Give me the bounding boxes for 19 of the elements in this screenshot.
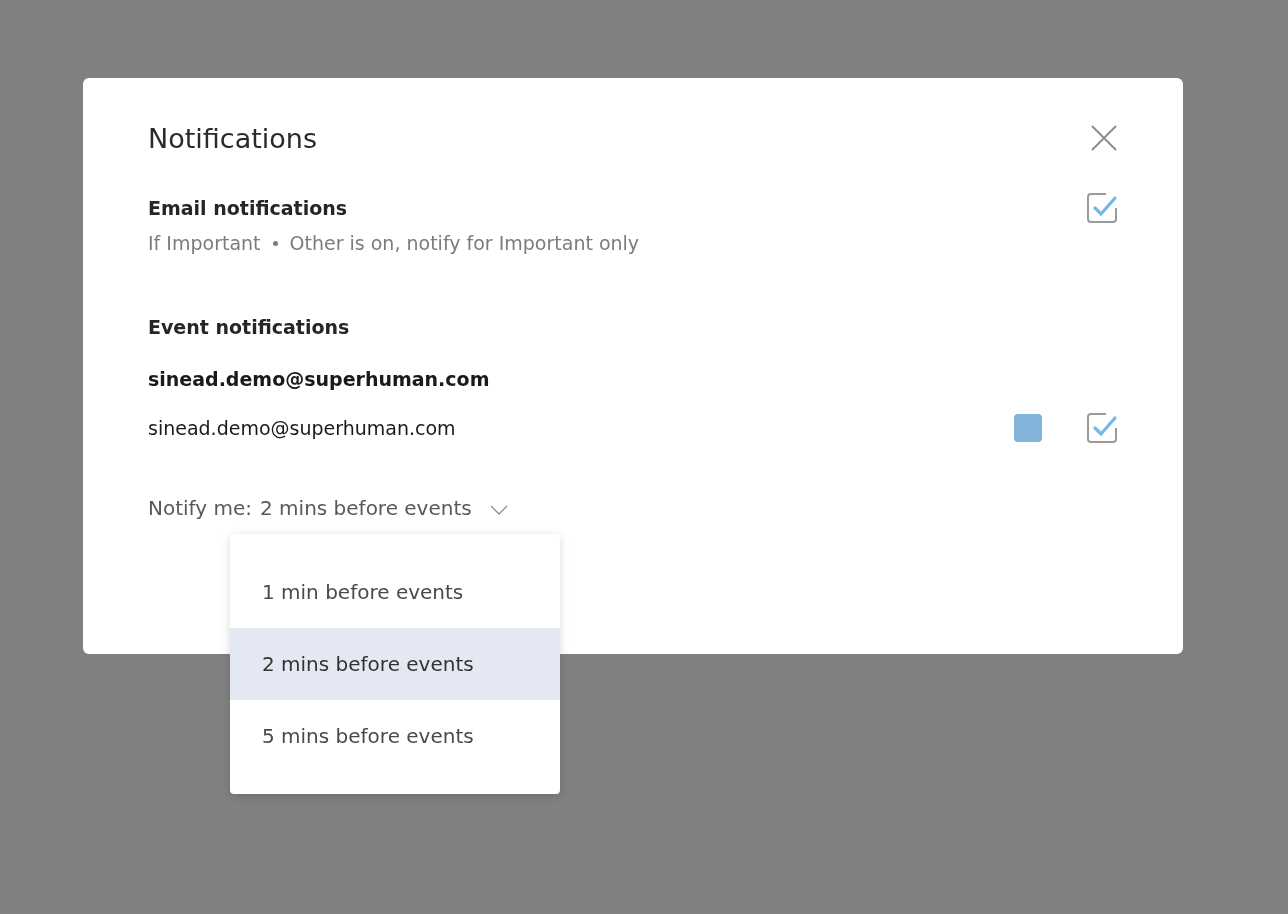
description-text: If Important: [148, 232, 261, 254]
notify-dropdown[interactable]: 2 mins before events: [260, 496, 508, 520]
close-icon: [1090, 124, 1118, 152]
dropdown-option[interactable]: 5 mins before events: [230, 700, 560, 772]
dropdown-option[interactable]: 1 min before events: [230, 556, 560, 628]
bullet-icon: [272, 240, 278, 246]
description-text: Other is on, notify for Important only: [289, 232, 640, 254]
calendar-color-swatch[interactable]: [1014, 414, 1042, 442]
chevron-down-icon: [489, 505, 508, 515]
account-email: sinead.demo@superhuman.com: [148, 368, 491, 390]
section-heading: Event notifications: [148, 316, 351, 338]
checkbox[interactable]: [1086, 192, 1118, 224]
dialog-title: Notifications: [148, 122, 317, 154]
notify-label: Notify me:: [148, 496, 252, 520]
calendar-name: sinead.demo@superhuman.com: [148, 417, 457, 439]
dropdown-option[interactable]: 2 mins before events: [230, 628, 560, 700]
section-heading: Email notifications: [148, 197, 348, 219]
checkbox[interactable]: [1086, 412, 1118, 444]
close-button[interactable]: [1090, 124, 1118, 152]
